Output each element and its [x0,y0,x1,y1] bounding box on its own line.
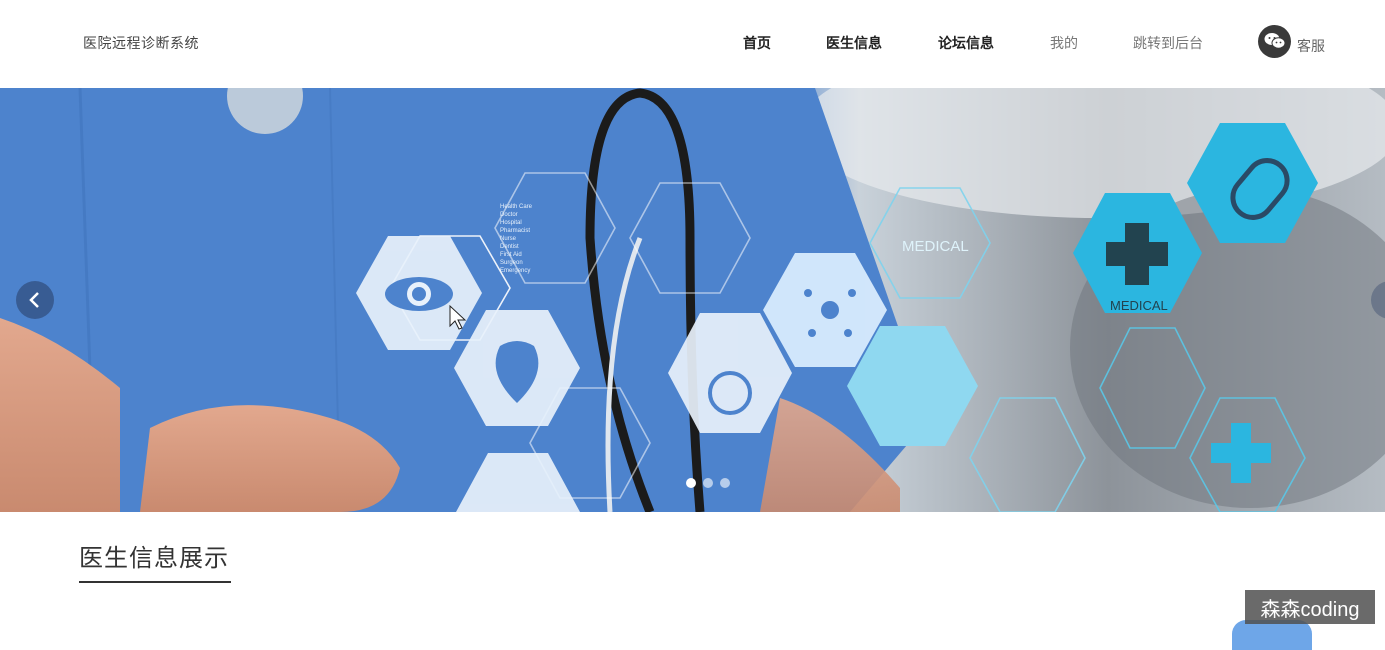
svg-text:Health Care: Health Care [500,204,533,210]
carousel-dot-1[interactable] [686,478,696,488]
nav-home[interactable]: 首页 [743,33,771,53]
chevron-left-icon [29,292,39,308]
carousel-prev-button[interactable] [16,281,54,319]
carousel-dots [686,478,730,488]
floating-decoration [1232,620,1312,650]
hero-image: MEDICAL MEDICAL Health Care Doctor Hospi… [0,88,1385,512]
svg-text:Nurse: Nurse [500,236,517,242]
watermark: 森森coding [1245,590,1375,624]
hero-carousel[interactable]: MEDICAL MEDICAL Health Care Doctor Hospi… [0,88,1385,512]
hex-label-medical-1: MEDICAL [902,238,969,255]
section-title-doctor-showcase: 医生信息展示 [79,545,229,572]
hex-label-medical-2: MEDICAL [1110,298,1168,313]
carousel-dot-3[interactable] [720,478,730,488]
section-underline [79,581,231,583]
nav-doctor-info[interactable]: 医生信息 [826,33,882,53]
svg-text:Hospital: Hospital [500,220,522,226]
svg-text:Emergency: Emergency [500,268,530,274]
svg-text:Pharmacist: Pharmacist [500,228,530,234]
customer-service-label: 客服 [1297,38,1325,54]
carousel-dot-2[interactable] [703,478,713,488]
nav-admin-jump[interactable]: 跳转到后台 [1133,33,1203,53]
svg-text:Dentist: Dentist [500,244,519,250]
nav-mine[interactable]: 我的 [1050,33,1078,53]
site-brand[interactable]: 医院远程诊断系统 [83,33,199,53]
customer-service[interactable]: 客服 [1258,24,1325,58]
svg-text:Doctor: Doctor [500,212,518,218]
top-header: 医院远程诊断系统 首页 医生信息 论坛信息 我的 跳转到后台 客服 [0,0,1385,88]
nav-forum-info[interactable]: 论坛信息 [938,33,994,53]
svg-text:Surgeon: Surgeon [500,260,523,266]
wechat-icon [1258,24,1291,58]
svg-text:First Aid: First Aid [500,252,522,258]
